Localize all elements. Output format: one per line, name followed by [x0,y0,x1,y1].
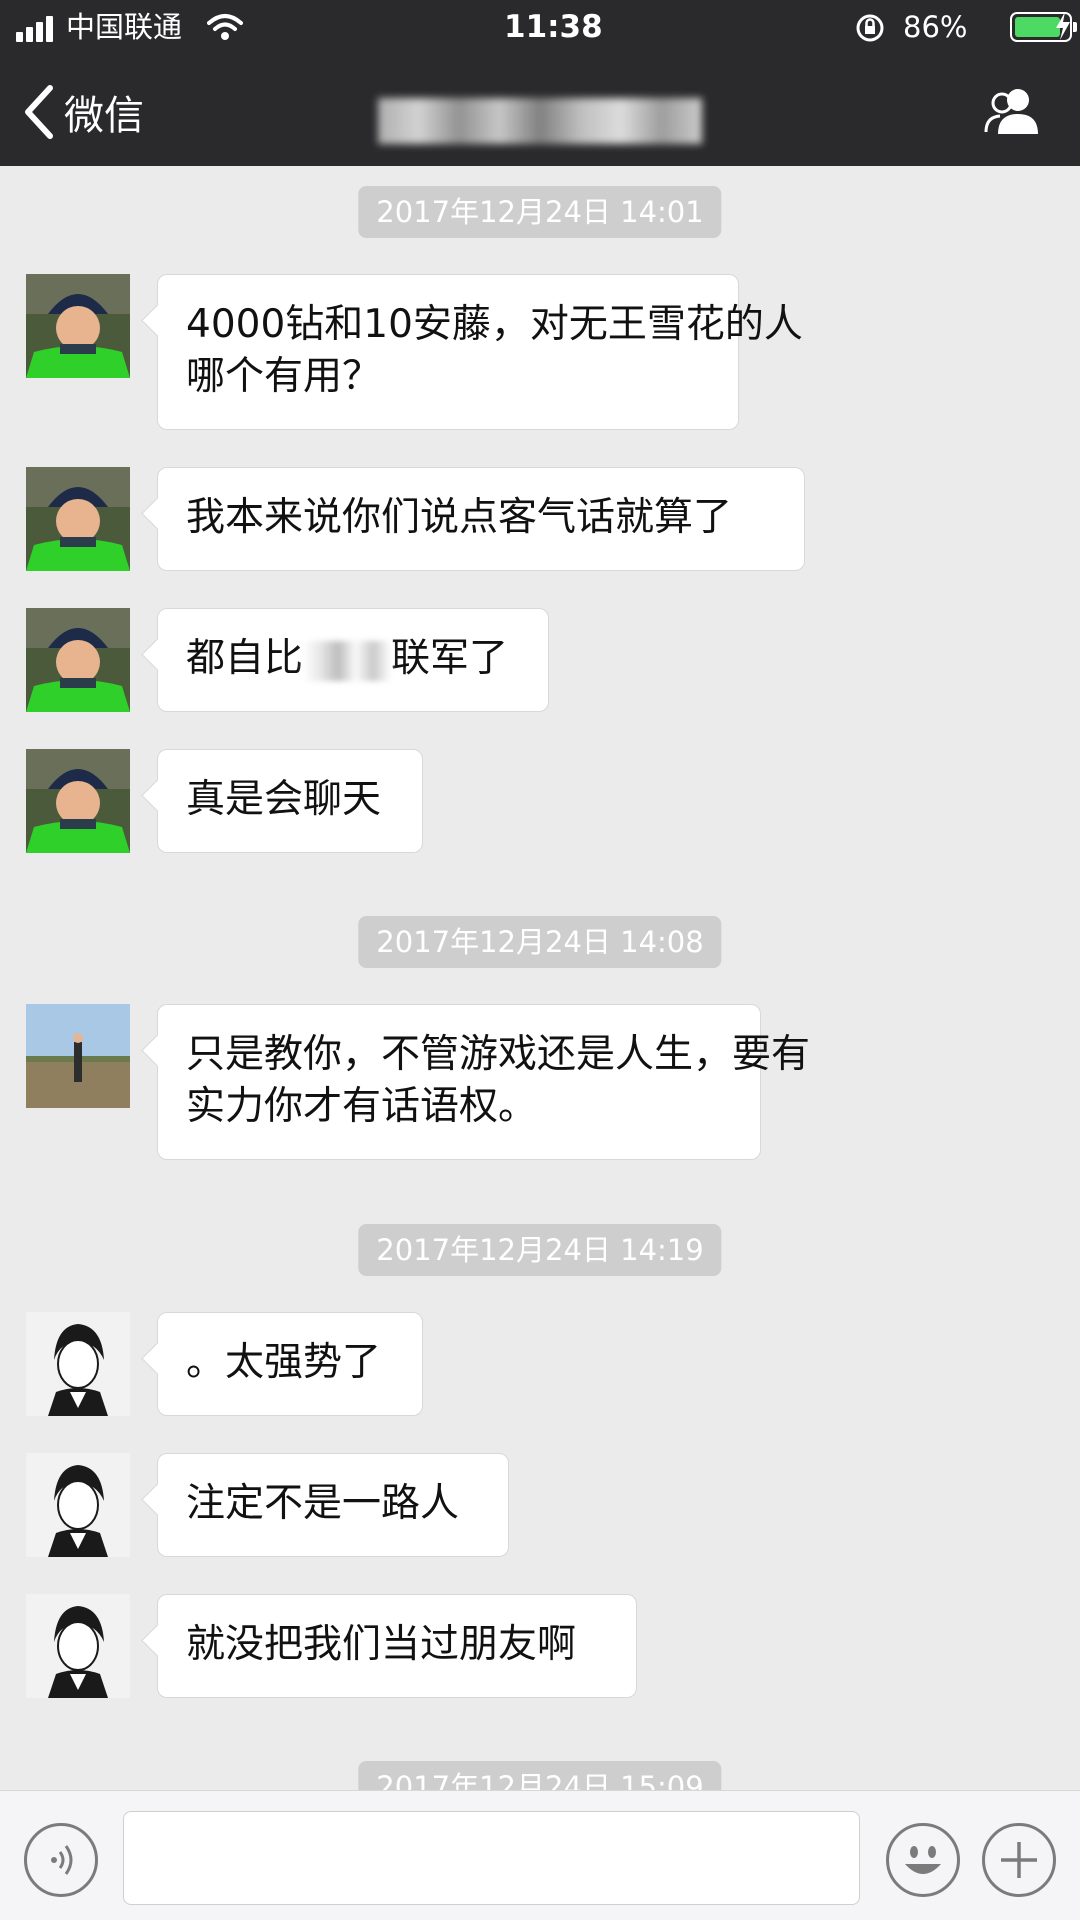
message-text: 联军了 [391,636,509,681]
anime-avatar[interactable] [26,1453,130,1557]
voice-icon [51,1845,73,1875]
child-avatar[interactable] [26,274,130,378]
message-text: 真是会聊天 [186,777,382,822]
nav-bar: 微信 [0,60,1080,166]
rotation-lock-icon [856,14,884,42]
message-bubble[interactable]: 注定不是一路人 [157,1453,509,1557]
child-avatar[interactable] [26,608,130,712]
wifi-icon [207,14,243,40]
plus-icon [1001,1842,1037,1878]
message-text: 都自比 [186,636,304,681]
redacted-text [303,640,392,681]
message-bubble[interactable]: 都自比 联军了 [157,608,549,712]
message-input[interactable] [123,1811,860,1905]
back-button[interactable]: 微信 [22,82,144,142]
input-bar [0,1790,1080,1920]
top-bar: 中国联通 11:38 86% 微信 [0,0,1080,166]
battery-percent: 86% [903,10,968,44]
message-bubble[interactable]: 就没把我们当过朋友啊 [157,1594,637,1698]
message-bubble[interactable]: 真是会聊天 [157,749,423,853]
landscape-avatar[interactable] [26,1004,130,1108]
message-bubble[interactable]: 只是教你，不管游戏还是人生，要有 实力你才有话语权。 [157,1004,811,1160]
status-bar: 中国联通 11:38 86% [0,0,1080,54]
back-label: 微信 [64,93,144,139]
message-text: 只是教你，不管游戏还是人生，要有 [186,1032,811,1077]
more-button[interactable] [982,1823,1056,1897]
message-text: 注定不是一路人 [186,1481,460,1526]
group-members-icon[interactable] [982,86,1044,136]
message-bubble[interactable]: 4000钻和10安藤，对无王雪花的人 哪个有用？ [157,274,803,430]
message-text: 。太强势了 [186,1340,382,1385]
message-text: 就没把我们当过朋友啊 [186,1622,577,1667]
chat-messages[interactable]: 2017年12月24日 14:01 4000钻和10安藤，对无王雪花的人 哪个有… [0,166,1080,1790]
timestamp: 2017年12月24日 15:09 [358,1761,722,1790]
anime-avatar[interactable] [26,1312,130,1416]
message-text: 我本来说你们说点客气话就算了 [186,495,733,540]
voice-button[interactable] [24,1823,98,1897]
timestamp: 2017年12月24日 14:19 [358,1224,722,1276]
chat-title-blurred [378,98,702,144]
timestamp: 2017年12月24日 14:08 [358,916,722,968]
anime-avatar[interactable] [26,1594,130,1698]
emoji-button[interactable] [886,1823,960,1897]
status-time: 11:38 [504,9,603,45]
carrier-label: 中国联通 [66,10,183,44]
message-bubble[interactable]: 我本来说你们说点客气话就算了 [157,467,805,571]
timestamp: 2017年12月24日 14:01 [358,186,722,238]
message-text: 哪个有用？ [186,354,382,399]
message-text: 实力你才有话语权。 [186,1084,538,1129]
message-bubble[interactable]: 。太强势了 [157,1312,423,1416]
signal-icon [16,16,58,42]
child-avatar[interactable] [26,467,130,571]
message-text: 4000钻和10安藤，对无王雪花的人 [186,302,803,347]
chevron-left-icon [25,85,53,139]
child-avatar[interactable] [26,749,130,853]
charging-bolt-icon [1056,12,1070,40]
smiley-icon [905,1846,941,1874]
